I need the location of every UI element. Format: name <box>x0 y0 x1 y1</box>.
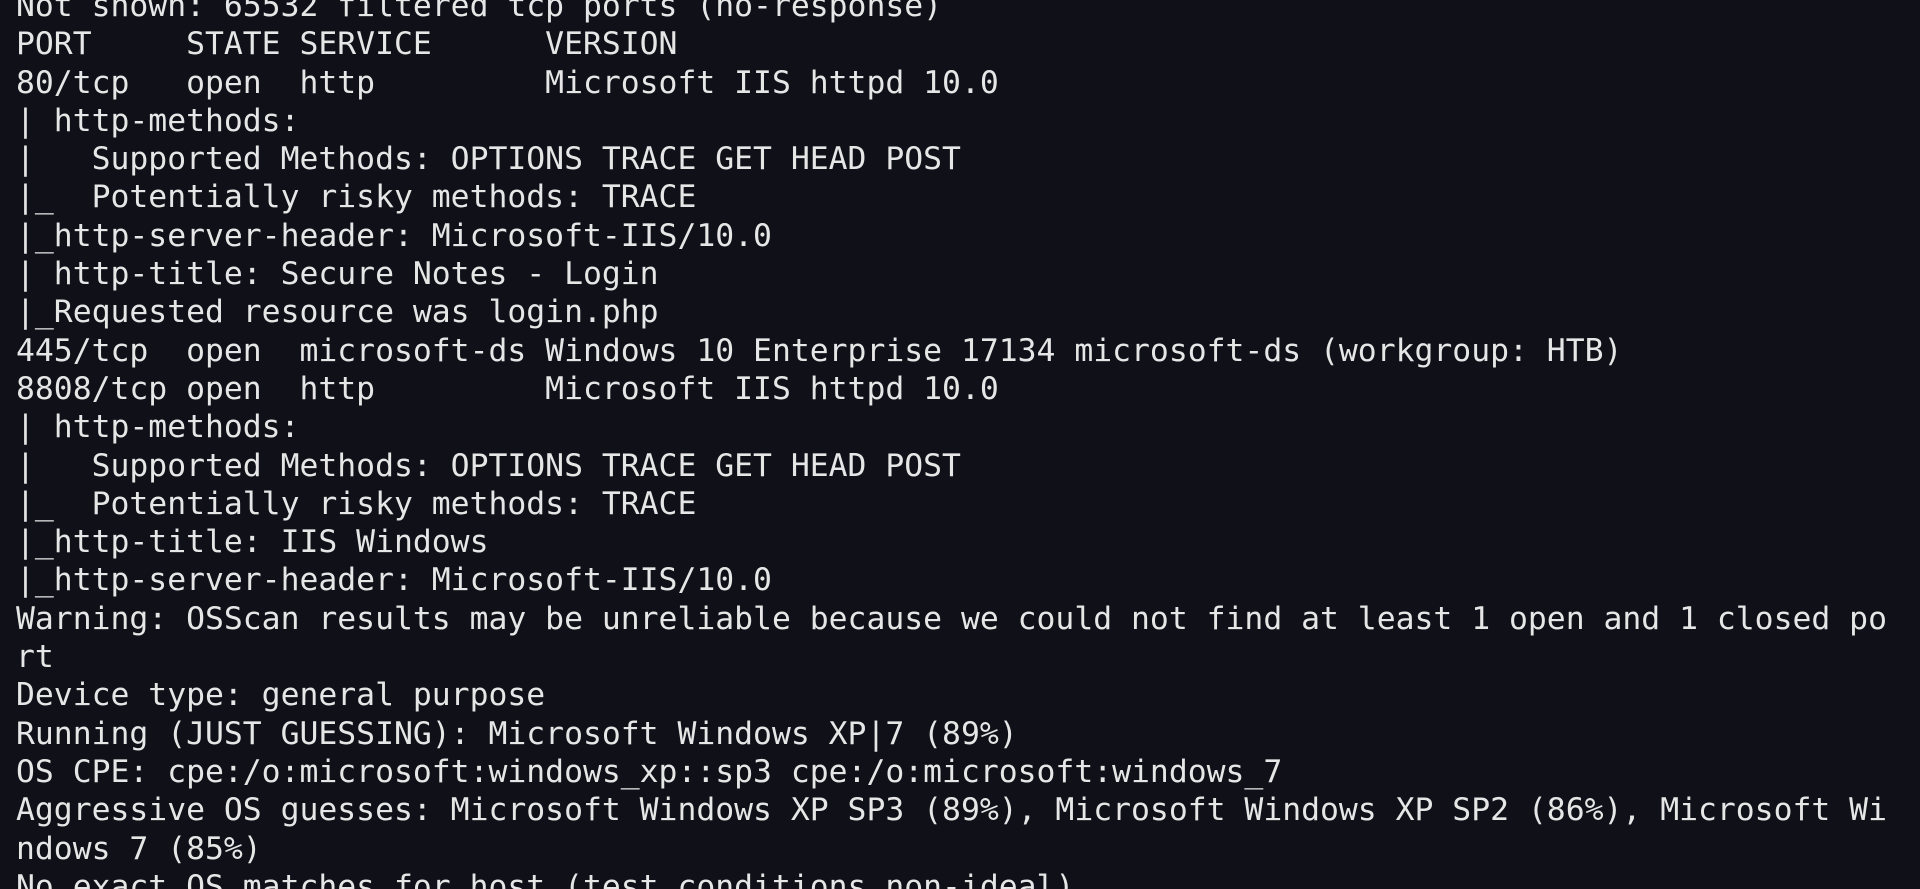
terminal-line: 80/tcp open http Microsoft IIS httpd 10.… <box>16 64 999 101</box>
terminal-line: ndows 7 (85%) <box>16 830 262 867</box>
terminal-line: 445/tcp open microsoft-ds Windows 10 Ent… <box>16 332 1623 369</box>
terminal-window[interactable]: Not shown: 65532 filtered tcp ports (no-… <box>0 0 1920 889</box>
terminal-line: Warning: OSScan results may be unreliabl… <box>16 600 1887 637</box>
terminal-line: | Supported Methods: OPTIONS TRACE GET H… <box>16 447 961 484</box>
terminal-line: | Supported Methods: OPTIONS TRACE GET H… <box>16 141 961 178</box>
terminal-line: |_http-title: IIS Windows <box>16 524 489 561</box>
terminal-output: Not shown: 65532 filtered tcp ports (no-… <box>16 0 1887 889</box>
terminal-line: | http-methods: <box>16 102 319 139</box>
terminal-line: | http-methods: <box>16 409 319 446</box>
terminal-line: PORT STATE SERVICE VERSION <box>16 26 678 63</box>
terminal-line: Running (JUST GUESSING): Microsoft Windo… <box>16 715 1018 752</box>
terminal-line: |_http-server-header: Microsoft-IIS/10.0 <box>16 562 772 599</box>
terminal-line: Not shown: 65532 filtered tcp ports (no-… <box>16 0 943 24</box>
terminal-line: rt <box>16 639 54 676</box>
terminal-line: OS CPE: cpe:/o:microsoft:windows_xp::sp3… <box>16 753 1283 790</box>
terminal-line: |_ Potentially risky methods: TRACE <box>16 179 697 216</box>
terminal-line: |_http-server-header: Microsoft-IIS/10.0 <box>16 217 772 254</box>
terminal-line: Aggressive OS guesses: Microsoft Windows… <box>16 792 1887 829</box>
terminal-line: |_Requested resource was login.php <box>16 294 659 331</box>
terminal-line: Device type: general purpose <box>16 677 546 714</box>
terminal-line: |_ Potentially risky methods: TRACE <box>16 485 697 522</box>
terminal-line: No exact OS matches for host (test condi… <box>16 868 1094 889</box>
terminal-line: | http-title: Secure Notes - Login <box>16 256 659 293</box>
terminal-line: 8808/tcp open http Microsoft IIS httpd 1… <box>16 370 999 407</box>
